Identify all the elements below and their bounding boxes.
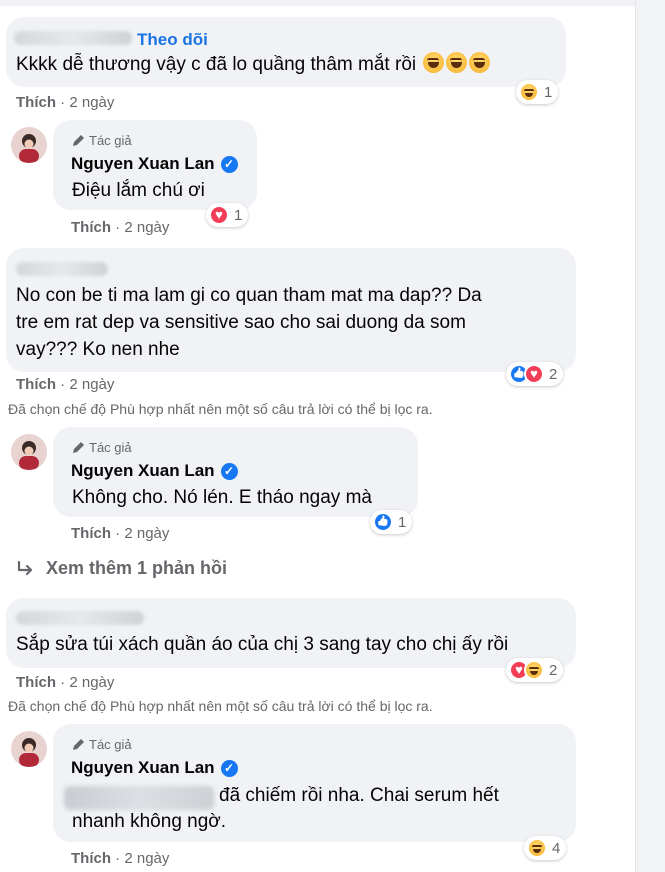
- reaction-count: 1: [398, 513, 407, 531]
- comment-text-line: No con be ti ma lam gi co quan tham mat …: [16, 285, 482, 306]
- reply-actions: Thích · 2 ngày: [71, 219, 170, 236]
- timestamp[interactable]: 2 ngày: [69, 376, 114, 393]
- filter-note: Đã chọn chế độ Phù hợp nhất nên một số c…: [8, 401, 433, 417]
- pencil-icon: [72, 441, 85, 454]
- tears-of-joy-emoji-icon: [423, 52, 445, 73]
- reaction-summary[interactable]: 4: [524, 836, 567, 860]
- comment-text-line: tre em rat dep va sensitive sao cho sai …: [16, 312, 466, 333]
- author-name[interactable]: Nguyen Xuan Lan ✓: [71, 154, 238, 174]
- follow-link[interactable]: Theo dõi: [137, 30, 208, 50]
- tears-of-joy-emoji-icon: [446, 52, 468, 73]
- reaction-count: 1: [234, 206, 243, 224]
- pencil-icon: [72, 738, 85, 751]
- tears-of-joy-emoji-icon: [469, 52, 491, 73]
- reaction-summary[interactable]: 2: [506, 362, 564, 386]
- reaction-count: 1: [544, 83, 553, 101]
- like-button[interactable]: Thích: [16, 674, 56, 691]
- heart-icon: [209, 205, 229, 225]
- comment-text: Sắp sửa túi xách quần áo của chị 3 sang …: [16, 634, 509, 655]
- redacted-commenter-name: [16, 262, 108, 276]
- comment-thread: Theo dõi Kkkk dễ thương vậy c đã lo quần…: [0, 0, 665, 872]
- author-badge: Tác giả: [72, 737, 132, 752]
- reaction-summary[interactable]: 1: [206, 203, 249, 227]
- author-badge: Tác giả: [72, 440, 132, 455]
- reply-actions: Thích · 2 ngày: [71, 850, 170, 867]
- verified-badge-icon: ✓: [220, 759, 238, 777]
- scrollbar[interactable]: [635, 0, 665, 872]
- avatar[interactable]: [11, 127, 47, 163]
- timestamp[interactable]: 2 ngày: [69, 94, 114, 111]
- pencil-icon: [72, 134, 85, 147]
- reply-text: Điệu lắm chú ơi: [72, 180, 205, 201]
- view-more-replies-button[interactable]: Xem thêm 1 phản hồi: [16, 558, 227, 579]
- reaction-summary[interactable]: 1: [370, 510, 413, 534]
- redacted-commenter-name: [16, 611, 144, 625]
- reaction-summary[interactable]: 1: [516, 80, 559, 104]
- avatar[interactable]: [11, 731, 47, 767]
- reply-text-line: nhanh không ngờ.: [72, 811, 227, 832]
- timestamp[interactable]: 2 ngày: [69, 674, 114, 691]
- haha-icon: [519, 82, 539, 102]
- reaction-summary[interactable]: 2: [506, 658, 564, 682]
- comment-text-line: vay??? Ko nen nhe: [16, 339, 180, 360]
- haha-icon: [524, 660, 544, 680]
- reply-actions: Thích · 2 ngày: [71, 525, 170, 542]
- reaction-count: 2: [549, 661, 558, 679]
- reaction-count: 4: [552, 839, 561, 857]
- top-divider: [0, 0, 635, 6]
- author-name[interactable]: Nguyen Xuan Lan ✓: [71, 758, 238, 778]
- timestamp[interactable]: 2 ngày: [124, 219, 169, 236]
- comment-actions: Thích · 2 ngày: [16, 94, 115, 111]
- author-name[interactable]: Nguyen Xuan Lan ✓: [71, 461, 238, 481]
- haha-icon: [527, 838, 547, 858]
- comment-actions: Thích · 2 ngày: [16, 376, 115, 393]
- reply-text-line: đã chiếm rồi nha. Chai serum hết: [219, 785, 499, 806]
- reply-text: Không cho. Nó lén. E tháo ngay mà: [72, 487, 372, 508]
- reply-arrow-icon: [16, 560, 36, 578]
- like-icon: [373, 512, 393, 532]
- like-button[interactable]: Thích: [71, 219, 111, 236]
- author-badge: Tác giả: [72, 133, 132, 148]
- like-button[interactable]: Thích: [71, 850, 111, 867]
- verified-badge-icon: ✓: [220, 155, 238, 173]
- redacted-commenter-name: [14, 31, 132, 45]
- like-button[interactable]: Thích: [16, 94, 56, 111]
- avatar[interactable]: [11, 434, 47, 470]
- like-button[interactable]: Thích: [16, 376, 56, 393]
- heart-icon: [524, 364, 544, 384]
- comment-text: Kkkk dễ thương vậy c đã lo quầng thâm mắ…: [16, 51, 491, 79]
- filter-note: Đã chọn chế độ Phù hợp nhất nên một số c…: [8, 698, 433, 714]
- timestamp[interactable]: 2 ngày: [124, 850, 169, 867]
- like-button[interactable]: Thích: [71, 525, 111, 542]
- redacted-mention: [64, 786, 214, 810]
- timestamp[interactable]: 2 ngày: [124, 525, 169, 542]
- verified-badge-icon: ✓: [220, 462, 238, 480]
- reaction-count: 2: [549, 365, 558, 383]
- comment-actions: Thích · 2 ngày: [16, 674, 115, 691]
